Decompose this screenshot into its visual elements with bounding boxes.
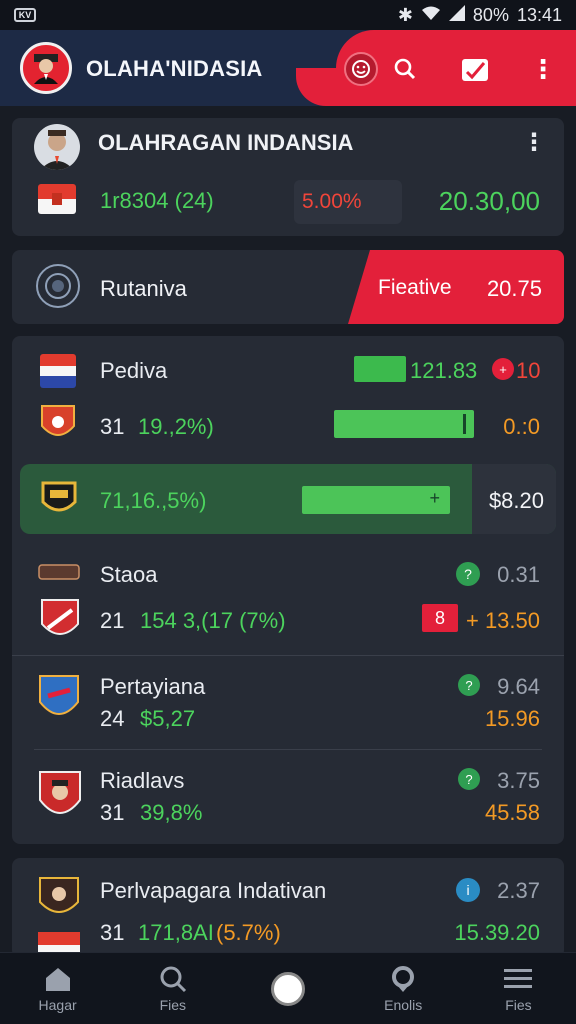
- alert-chip[interactable]: 8: [422, 604, 458, 632]
- league-emblem-icon: [36, 264, 80, 308]
- nav-center[interactable]: [230, 953, 345, 1024]
- club-crest-icon: [40, 480, 78, 518]
- club-crest-icon: [38, 674, 80, 726]
- list-item-selected[interactable]: 71,16.,5%) + $8.20: [20, 464, 556, 534]
- wifi-icon: [421, 5, 441, 26]
- bottom-card[interactable]: Perlvapagara Indativan i 2.37 31 171,8AI…: [12, 858, 564, 958]
- row-sub-value: 19.,2%): [138, 414, 214, 439]
- status-dot-icon: ?: [458, 768, 480, 790]
- menu-icon: [504, 965, 533, 993]
- signal-icon: [448, 4, 465, 26]
- bluetooth-icon: ✱: [397, 4, 413, 25]
- search-icon: [159, 965, 187, 993]
- row-sub-right: 0.:0: [503, 414, 540, 439]
- more-icon[interactable]: ⋮: [522, 128, 546, 157]
- list-item[interactable]: Pediva 121.83 + 10 31 19.,2%) 0.:0: [12, 336, 564, 456]
- highlight-badge-value: 20.75: [486, 276, 542, 301]
- nav-menu[interactable]: Fies: [461, 953, 576, 1024]
- progress-bar: [334, 410, 474, 438]
- team-name: Staoa: [100, 562, 158, 587]
- highlight-badge-label: Fieative: [378, 276, 452, 299]
- row-sub-left: 31: [100, 800, 125, 825]
- team-name: Pertayiana: [100, 674, 206, 699]
- circle-icon: [271, 971, 305, 1006]
- row-value: 0.31: [497, 562, 540, 587]
- row-value: $8.20: [488, 488, 544, 513]
- row-sub-left: 31: [100, 920, 125, 945]
- club-crest-icon: [40, 404, 76, 444]
- info-icon: i: [456, 878, 480, 902]
- club-crest-icon: [38, 564, 80, 580]
- flag-icon: [38, 184, 76, 214]
- row-sub-value: 171,8AI: [138, 920, 214, 945]
- row-sub-right: 45.58: [484, 800, 540, 825]
- nav-label: Fies: [159, 996, 187, 1013]
- featured-stat-mid: 5.00%: [302, 190, 362, 213]
- app-bar: OLAHA'NIDASIA ⋮: [0, 30, 576, 106]
- more-icon[interactable]: ⋮: [526, 52, 560, 86]
- row-sub-left: 21: [100, 608, 125, 633]
- featured-stat-right: 20.30,00: [438, 186, 540, 216]
- progress-bar: +: [302, 486, 450, 514]
- avatar: [34, 124, 80, 170]
- featured-title: OLAHRAGAN INDANSIA: [98, 130, 354, 155]
- highlight-card[interactable]: Rutaniva Fieative 20.75: [12, 250, 564, 324]
- row-count: 10: [516, 358, 541, 383]
- team-name: 71,16.,5%): [100, 488, 207, 513]
- nav-search[interactable]: Fies: [115, 953, 230, 1024]
- status-dot-icon: ?: [456, 562, 480, 586]
- standings-card: Pediva 121.83 + 10 31 19.,2%) 0.:0 71,16…: [12, 336, 564, 844]
- list-item[interactable]: Staoa ? 0.31 21 154 3,(17 (7%) 8 + 13.50: [12, 544, 564, 656]
- row-sub-right: 15.96: [484, 706, 540, 731]
- pin-icon: [389, 965, 417, 993]
- flag-icon: [40, 354, 76, 388]
- bottom-nav: Hagar Fies Enolis Fies: [0, 952, 576, 1024]
- team-name: Riadlavs: [100, 768, 185, 793]
- app-logo[interactable]: [20, 42, 72, 94]
- list-item[interactable]: Riadlavs ? 3.75 31 39,8% 45.58: [34, 750, 542, 844]
- count-badge: +: [492, 358, 514, 380]
- app-title: OLAHA'NIDASIA: [86, 56, 263, 81]
- nav-label: Enolis: [384, 996, 423, 1013]
- bottom-card-title: Perlvapagara Indativan: [100, 878, 327, 903]
- row-sub-value: 154 3,(17 (7%): [140, 608, 286, 633]
- highlight-label: Rutaniva: [100, 276, 187, 301]
- row-sub-left: 31: [100, 414, 125, 439]
- row-sub-value: 39,8%: [140, 800, 203, 825]
- avatar: [38, 876, 80, 922]
- list-item[interactable]: Pertayiana ? 9.64 24 $5,27 15.96: [34, 656, 542, 750]
- app-notification-icon: KV: [14, 8, 36, 22]
- highlight-badge[interactable]: Fieative 20.75: [348, 250, 564, 324]
- status-time: 13:41: [516, 4, 562, 25]
- nav-home[interactable]: Hagar: [0, 953, 115, 1024]
- row-sub-right: 15.39.20: [454, 920, 540, 945]
- nav-label: Fies: [505, 996, 532, 1013]
- row-sub-value: $5,27: [140, 706, 196, 731]
- club-crest-icon: [38, 770, 82, 826]
- profile-icon[interactable]: [344, 52, 378, 86]
- row-sub-right: + 13.50: [465, 608, 540, 633]
- battery-level: 80%: [472, 4, 509, 25]
- nav-explore[interactable]: Enolis: [346, 953, 461, 1024]
- nav-label: Hagar: [38, 996, 77, 1013]
- club-crest-icon: [40, 598, 80, 644]
- status-bar: KV ✱ 80% 13:41: [0, 0, 576, 30]
- row-value: 121.83: [410, 358, 478, 383]
- featured-stat-left: 1r8304 (24): [100, 188, 214, 213]
- row-value: 3.75: [497, 768, 540, 793]
- row-value: 9.64: [497, 674, 540, 699]
- row-sub-pct: (5.7%): [216, 920, 281, 945]
- row-sub-left: 24: [100, 706, 125, 731]
- featured-card[interactable]: OLAHRAGAN INDANSIA ⋮ 1r8304 (24) 5.00% 2…: [12, 118, 564, 236]
- home-icon: [43, 965, 73, 993]
- calendar-icon[interactable]: [458, 52, 492, 86]
- team-name: Pediva: [100, 358, 168, 383]
- status-dot-icon: ?: [458, 674, 480, 696]
- search-icon[interactable]: [388, 52, 422, 86]
- progress-bar: [354, 356, 406, 382]
- row-value: 2.37: [497, 878, 540, 903]
